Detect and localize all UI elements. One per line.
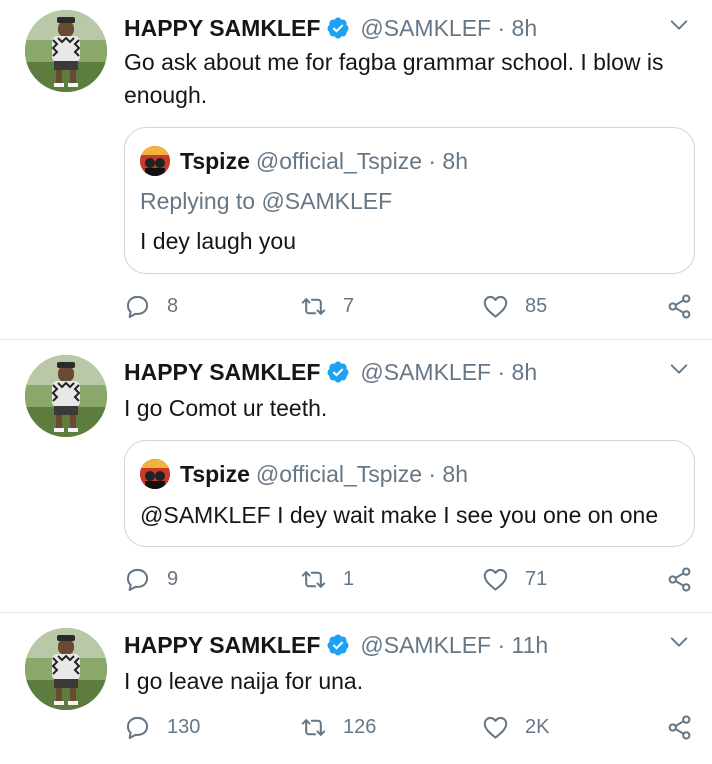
quoted-tweet-text: I dey laugh you (140, 228, 297, 254)
retweet-icon (300, 293, 327, 320)
quoted-author-handle-time: @official_Tspize · 8h (255, 148, 469, 174)
share-icon (666, 714, 693, 741)
retweet-button[interactable]: 7 (300, 291, 354, 321)
verified-badge-icon (326, 16, 350, 40)
author-name[interactable]: HAPPY SAMKLEF (124, 359, 320, 385)
avatar[interactable] (25, 10, 107, 92)
quoted-tweet[interactable]: Tspize @official_Tspize · 8h @SAMKLEF I d… (124, 440, 695, 547)
share-button[interactable] (666, 291, 693, 321)
quoted-author-name: Tspize (180, 461, 250, 487)
heart-icon (482, 714, 509, 741)
retweet-count: 126 (343, 715, 377, 738)
like-button[interactable]: 2K (482, 712, 549, 742)
retweet-count: 7 (343, 294, 355, 317)
like-button[interactable]: 85 (482, 291, 547, 321)
reply-count: 8 (167, 294, 179, 317)
like-button[interactable]: 71 (482, 564, 547, 594)
quoted-tweet[interactable]: Tspize @official_Tspize · 8h Replying to … (124, 127, 695, 274)
author-handle-time[interactable]: @SAMKLEF · 8h (360, 359, 537, 385)
author-name[interactable]: HAPPY SAMKLEF (124, 632, 320, 658)
avatar[interactable] (25, 355, 107, 437)
share-icon (666, 293, 693, 320)
verified-badge-icon (326, 633, 350, 657)
heart-icon (482, 293, 509, 320)
tweet[interactable]: HAPPY SAMKLEF @SAMKLEF · 8h Go ask about … (0, 0, 712, 340)
verified-badge-icon (326, 360, 350, 384)
replying-to: Replying to @SAMKLEF (140, 188, 393, 214)
author-handle-time[interactable]: @SAMKLEF · 11h (360, 632, 548, 658)
quoted-tweet-header: Tspize @official_Tspize · 8h (140, 146, 469, 176)
chevron-down-icon[interactable] (668, 358, 690, 380)
retweet-count: 1 (343, 567, 355, 590)
share-button[interactable] (666, 564, 693, 594)
quoted-tweet-header: Tspize @official_Tspize · 8h (140, 459, 469, 489)
like-count: 85 (525, 294, 548, 317)
like-count: 2K (525, 715, 550, 738)
reply-icon (124, 566, 151, 593)
quoted-author-handle-time: @official_Tspize · 8h (255, 461, 469, 487)
tweet-header: HAPPY SAMKLEF @SAMKLEF · 8h (124, 14, 537, 42)
like-count: 71 (525, 567, 548, 590)
retweet-icon (300, 714, 327, 741)
avatar[interactable] (25, 628, 107, 710)
tweet[interactable]: HAPPY SAMKLEF @SAMKLEF · 11h I go leave n… (0, 613, 712, 764)
tweet[interactable]: HAPPY SAMKLEF @SAMKLEF · 8h I go Comot ur… (0, 340, 712, 613)
share-button[interactable] (666, 712, 693, 742)
tweet-actions: 9 1 71 (124, 564, 694, 594)
retweet-icon (300, 566, 327, 593)
quoted-avatar (140, 459, 170, 489)
share-icon (666, 566, 693, 593)
tweet-actions: 8 7 85 (124, 291, 694, 321)
quoted-author-name: Tspize (180, 148, 250, 174)
reply-count: 9 (167, 567, 179, 590)
tweet-header: HAPPY SAMKLEF @SAMKLEF · 8h (124, 358, 537, 386)
tweet-text: Go ask about me for fagba grammar school… (124, 49, 664, 108)
heart-icon (482, 566, 509, 593)
tweet-actions: 130 126 2K (124, 712, 694, 742)
retweet-button[interactable]: 126 (300, 712, 376, 742)
reply-icon (124, 714, 151, 741)
chevron-down-icon[interactable] (668, 631, 690, 653)
author-name[interactable]: HAPPY SAMKLEF (124, 15, 320, 41)
reply-button[interactable]: 8 (124, 291, 178, 321)
author-handle-time[interactable]: @SAMKLEF · 8h (360, 15, 537, 41)
reply-button[interactable]: 130 (124, 712, 200, 742)
quoted-tweet-text: @SAMKLEF I dey wait make I see you one o… (140, 502, 659, 528)
tweet-header: HAPPY SAMKLEF @SAMKLEF · 11h (124, 631, 548, 659)
reply-count: 130 (167, 715, 201, 738)
retweet-button[interactable]: 1 (300, 564, 354, 594)
reply-icon (124, 293, 151, 320)
tweet-text: I go Comot ur teeth. (124, 395, 328, 421)
tweet-text: I go leave naija for una. (124, 668, 364, 694)
reply-button[interactable]: 9 (124, 564, 178, 594)
chevron-down-icon[interactable] (668, 14, 690, 36)
quoted-avatar (140, 146, 170, 176)
